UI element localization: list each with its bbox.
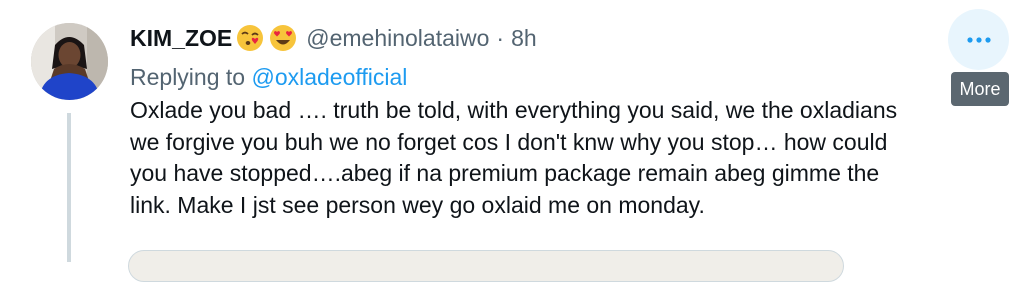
separator-dot: ·	[496, 24, 505, 51]
replying-to-mention-link[interactable]: @oxladeofficial	[251, 64, 407, 90]
avatar-image	[31, 23, 108, 100]
ellipsis-icon	[966, 36, 991, 43]
tweet-reply[interactable]: KIM_ZOE @emehinolataiwo · 8h Replying to…	[0, 0, 1024, 282]
smiling-face-with-heart-eyes-emoji-icon	[270, 25, 297, 51]
media-card[interactable]	[128, 250, 844, 282]
tweet-header: KIM_ZOE @emehinolataiwo · 8h	[130, 20, 537, 56]
avatar[interactable]	[31, 23, 108, 100]
display-name[interactable]: KIM_ZOE	[130, 25, 232, 52]
face-blowing-kiss-emoji-icon	[237, 25, 264, 51]
replying-to-line: Replying to @oxladeofficial	[130, 60, 407, 94]
replying-to-label: Replying to	[130, 64, 252, 90]
tweet-text-line: Oxlade you bad …. truth be told, with ev…	[130, 97, 898, 123]
tweet-text: Oxlade you bad …. truth be told, with ev…	[130, 95, 1024, 221]
tweet-text-line: you have stopped….abeg if na premium pac…	[130, 160, 880, 186]
tweet-text-line: we forgive you buh we no forget cos I do…	[130, 128, 888, 155]
user-handle[interactable]: @emehinolataiwo	[306, 25, 489, 52]
thread-connector-line	[67, 113, 71, 262]
more-tooltip: More	[951, 72, 1009, 106]
timestamp[interactable]: 8h	[511, 25, 537, 52]
tweet-text-line: link. Make I jst see person wey go oxlai…	[130, 191, 705, 218]
more-button[interactable]	[948, 9, 1009, 70]
